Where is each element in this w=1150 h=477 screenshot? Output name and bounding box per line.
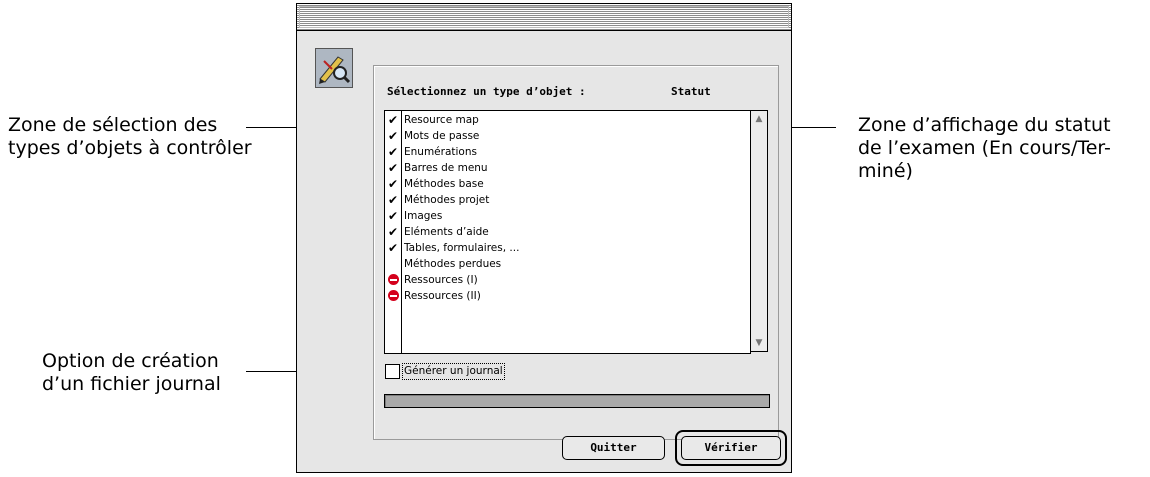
list-item[interactable]: ✔ Tables, formulaires, ... [388,240,520,256]
list-item-label: Méthodes base [404,178,484,190]
list-item[interactable]: ✔ Enumérations [388,144,519,160]
checkmark-icon: ✔ [387,209,399,223]
callout-log-option: Option de création d’un fichier journal [42,350,221,396]
list-item[interactable]: Ressources (II) [388,288,519,304]
empty-mark [386,256,400,272]
log-checkbox-label[interactable]: Générer un journal [402,363,505,380]
quit-button[interactable]: Quitter [562,436,665,460]
list-item-label: Méthodes projet [404,194,490,206]
scroll-down-arrow-icon[interactable]: ▼ [751,335,767,351]
list-item-label: Enumérations [404,146,477,158]
checkmark-icon: ✔ [387,241,399,255]
callout-selection-zone: Zone de sélection des types d’objets à c… [8,114,252,160]
list-item[interactable]: ✔ Images [388,208,519,224]
list-item[interactable]: ✔ Méthodes projet [388,192,519,208]
list-item-label: Images [404,210,443,222]
status-scrollbar[interactable]: ▲ ▼ [750,110,768,352]
title-bar[interactable] [297,4,791,31]
callout-line: Zone de sélection des [8,114,218,136]
callout-status-zone: Zone d’affichage du statut de l’examen (… [858,114,1111,183]
checkmark-icon: ✔ [387,225,399,239]
list-item[interactable]: ✔ Barres de menu [388,160,519,176]
checkmark-icon: ✔ [387,193,399,207]
status-header: Statut [671,85,711,98]
compact-tool-icon [315,48,353,88]
checkmark-icon: ✔ [387,177,399,191]
scroll-up-arrow-icon[interactable]: ▲ [751,111,767,127]
stop-sign-icon [386,272,400,288]
list-item-label: Mots de passe [404,130,480,142]
progress-bar [384,394,770,408]
dialog-window: Sélectionnez un type d’objet : Statut ✔ R… [296,3,792,473]
list-item-label: Ressources (II) [404,290,481,302]
checkmark-icon: ✔ [387,161,399,175]
stop-sign-icon [386,288,400,304]
callout-line: Zone d’affichage du statut [858,114,1111,136]
log-checkbox[interactable] [385,364,400,379]
object-type-items: ✔ Resource map ✔ Mots de passe ✔ Enumérations… [388,112,520,304]
checkmark-icon: ✔ [387,145,399,159]
list-item-label: Eléments d’aide [404,226,489,238]
object-type-list[interactable]: ✔ Resource map ✔ Mots de passe ✔ Enumérations… [384,110,672,354]
list-item[interactable]: ✔ Mots de passe [388,128,519,144]
callout-line: Option de création [42,350,219,372]
verify-button[interactable]: Vérifier [681,436,781,460]
checkmark-icon: ✔ [387,113,399,127]
callout-line: d’un fichier journal [42,373,221,395]
select-header: Sélectionnez un type d’objet : [387,85,586,98]
callout-line: de l’examen (En cours/Ter- [858,137,1111,159]
list-item[interactable]: ✔ Resource map [388,112,519,128]
stop-sign-shape [388,290,399,301]
stop-sign-shape [388,274,399,285]
list-item-label: Barres de menu [404,162,488,174]
list-item-label: Resource map [404,114,479,126]
list-item-label: Tables, formulaires, ... [404,242,520,254]
callout-line: miné) [858,160,913,182]
list-item[interactable]: Ressources (I) [388,272,519,288]
status-list [670,110,751,354]
list-item-label: Ressources (I) [404,274,478,286]
list-item[interactable]: ✔ Eléments d’aide [388,224,519,240]
list-item-label: Méthodes perdues [404,258,502,270]
callout-line: types d’objets à contrôler [8,137,252,159]
checkmark-icon: ✔ [387,129,399,143]
list-item[interactable]: ✔ Méthodes base [388,176,519,192]
list-item[interactable]: Méthodes perdues [404,256,519,272]
